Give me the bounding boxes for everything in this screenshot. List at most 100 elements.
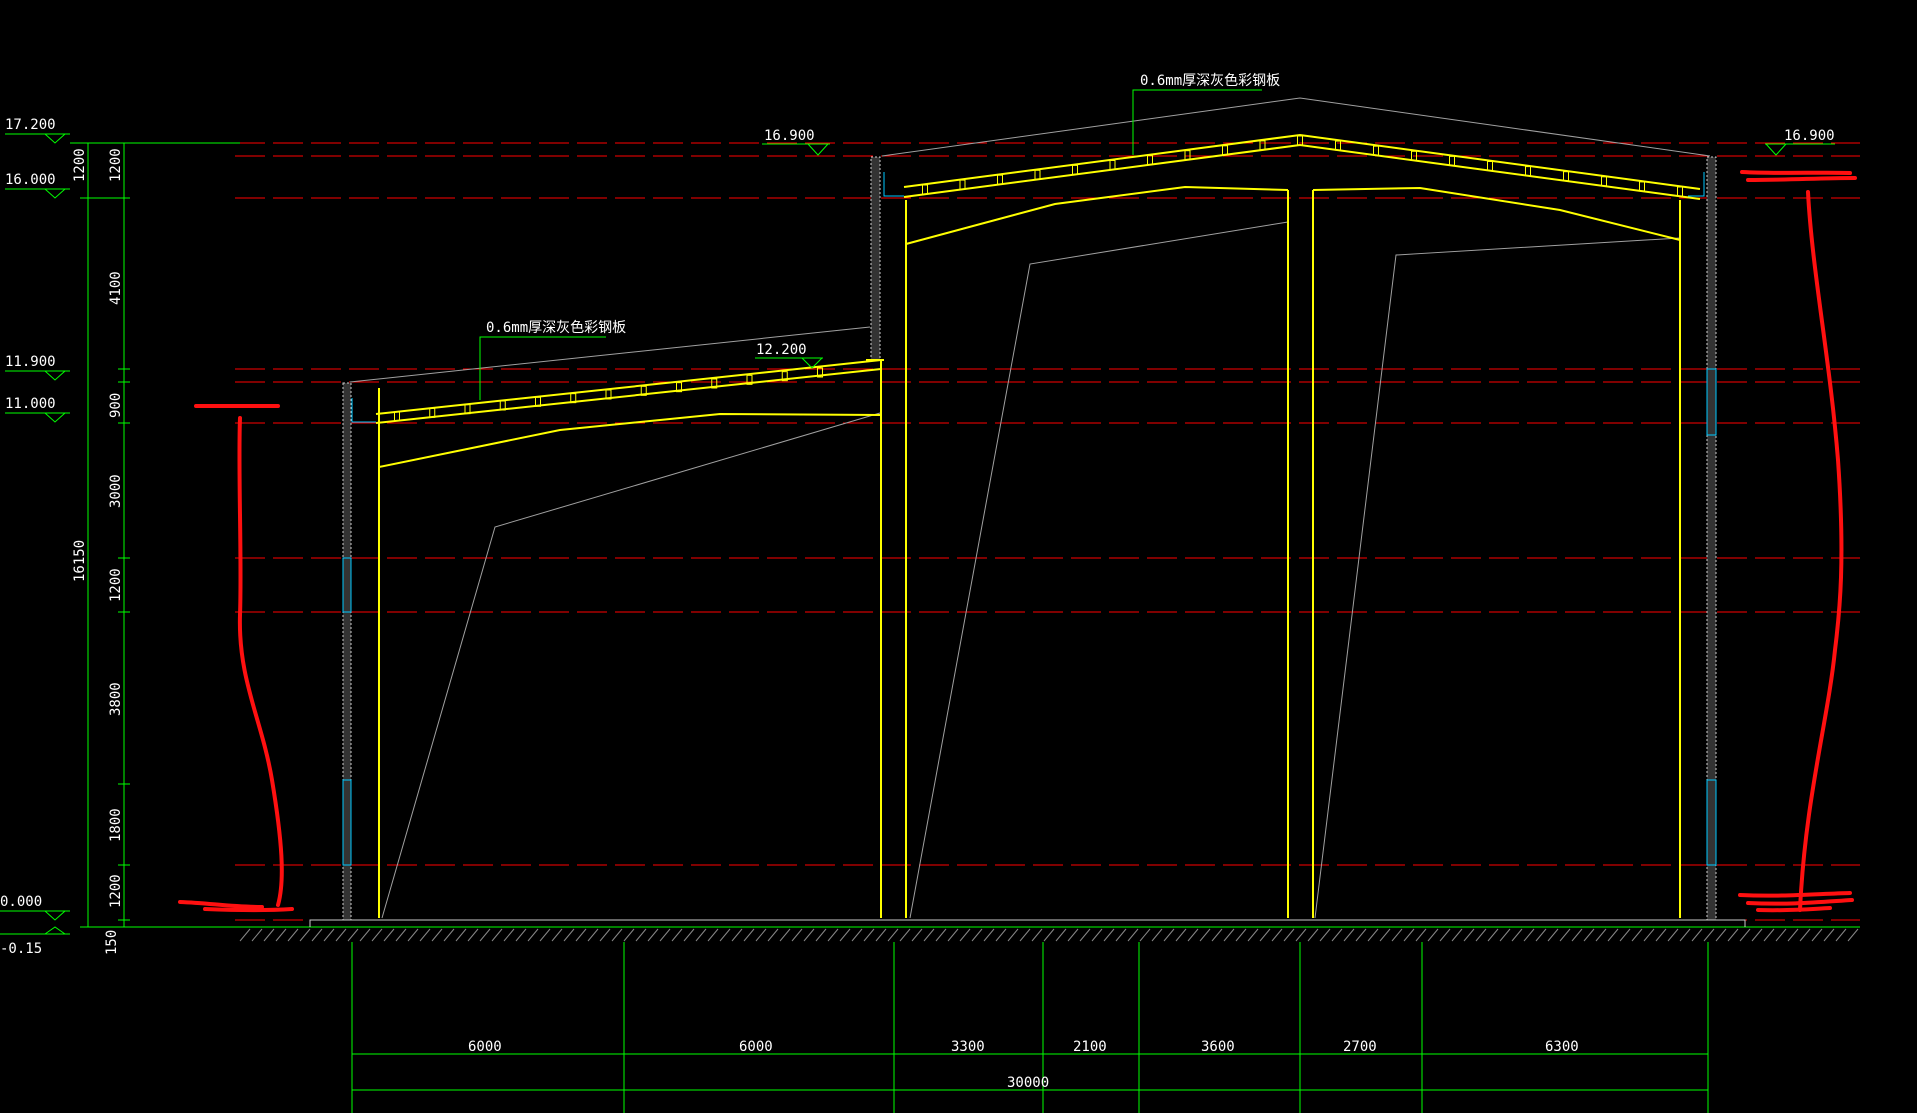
hatch-stroke [731, 928, 743, 942]
hatch-stroke [1175, 928, 1187, 942]
purlin [1259, 140, 1266, 151]
hatch-stroke [1739, 928, 1751, 942]
hatch-stroke [263, 928, 275, 942]
elevation-label-11000: 11.000 [5, 396, 56, 412]
hatch-stroke [1547, 928, 1559, 942]
hatch-stroke [899, 928, 911, 942]
hatch-stroke [575, 928, 587, 942]
purlin [1487, 161, 1493, 171]
hatch-stroke [1787, 928, 1799, 942]
cad-section-drawing: 17.200 16.000 11.900 11.000 0.000 -0.15 … [0, 72, 1860, 1113]
hatch-stroke [683, 928, 695, 942]
hatch-stroke [1607, 928, 1619, 942]
hatch-stroke [1139, 928, 1151, 942]
hatch-stroke [719, 928, 731, 942]
hatch-stroke [323, 928, 335, 942]
hatch-stroke [959, 928, 971, 942]
hatch-stroke [479, 928, 491, 942]
hatch-stroke [1571, 928, 1583, 942]
hatch-stroke [1295, 928, 1307, 942]
hatch-stroke [1715, 928, 1727, 942]
hatch-stroke [443, 928, 455, 942]
hatch-stroke [875, 928, 887, 942]
dim-h-3600: 3600 [1201, 1039, 1235, 1055]
hatch-stroke [287, 928, 299, 942]
dim-v-1200-mid: 1200 [108, 568, 124, 602]
hatch-stroke [431, 928, 443, 942]
purlin [1449, 155, 1455, 166]
opening-line-right [1314, 237, 1681, 919]
opening-line-mid [909, 221, 1289, 919]
hatch-stroke [1751, 928, 1763, 942]
elevation-label-17200: 17.200 [5, 117, 56, 133]
hatch-stroke [659, 928, 671, 942]
hatch-stroke [1367, 928, 1379, 942]
hatch-stroke [791, 928, 803, 942]
hatch-stroke [1235, 928, 1247, 942]
hatch-stroke [1523, 928, 1535, 942]
hatch-stroke [587, 928, 599, 942]
hatch-stroke [1583, 928, 1595, 942]
hatch-stroke [1727, 928, 1739, 942]
gutters [351, 172, 1705, 423]
dim-v-1200-top: 1200 [108, 148, 124, 182]
hatch-stroke [1127, 928, 1139, 942]
purlin [1034, 169, 1041, 180]
hatch-stroke [935, 928, 947, 942]
hatch-stroke [1199, 928, 1211, 942]
purlin [1563, 171, 1569, 182]
dim-h-30000-total: 30000 [1007, 1075, 1049, 1091]
hatch-stroke [1667, 928, 1679, 942]
hatch-stroke [335, 928, 347, 942]
vertical-dim-lines [70, 142, 240, 928]
hatch-stroke [971, 928, 983, 942]
hatch-stroke [755, 928, 767, 942]
hatch-stroke [1067, 928, 1079, 942]
hatch-stroke [1415, 928, 1427, 942]
dim-h-6000-a: 6000 [468, 1039, 502, 1055]
dim-v-4100: 4100 [108, 271, 124, 305]
elevation-label-16900-mid: 16.900 [764, 128, 815, 144]
hatch-stroke [1187, 928, 1199, 942]
mid-elevation-marks [755, 143, 1835, 369]
hatch-stroke [371, 928, 383, 942]
purlin [1147, 155, 1153, 166]
hatch-stroke [1211, 928, 1223, 942]
right-wall [1706, 156, 1717, 921]
ground [235, 919, 1860, 942]
purlin [1677, 186, 1683, 197]
hatch-stroke [251, 928, 263, 942]
hatch-stroke [863, 928, 875, 942]
red-markups [178, 170, 1857, 913]
roof-note-leader-high [1132, 89, 1262, 155]
hatch-stroke [1019, 928, 1031, 942]
hatch-stroke [743, 928, 755, 942]
elevation-label-16900-right: 16.900 [1784, 128, 1835, 144]
hatch-stroke [1391, 928, 1403, 942]
hatch-stroke [1043, 928, 1055, 942]
left-wall [342, 382, 352, 921]
markup-right-top [1740, 170, 1857, 182]
purlin [997, 174, 1003, 185]
dim-v-900: 900 [108, 393, 124, 418]
hatch-stroke [491, 928, 503, 942]
datum-lines [235, 142, 1860, 921]
low-roof-panel-top [375, 359, 882, 415]
hatch-stroke [1499, 928, 1511, 942]
purlin [1297, 135, 1303, 146]
hatch-stroke [1403, 928, 1415, 942]
hatch-stroke [1379, 928, 1391, 942]
hatch-stroke [551, 928, 563, 942]
markup-right-curve [1798, 190, 1844, 912]
roof-slope-line-high [881, 97, 1711, 157]
hatch-stroke [1223, 928, 1235, 942]
dim-v-3000: 3000 [108, 474, 124, 508]
hatch-stroke [419, 928, 431, 942]
ground-hatch [239, 928, 1859, 942]
elevation-label-11900: 11.900 [5, 354, 56, 370]
hatch-stroke [803, 928, 815, 942]
elevation-label-12200: 12.200 [756, 342, 807, 358]
hatch-stroke [1427, 928, 1439, 942]
hatch-stroke [395, 928, 407, 942]
hatch-stroke [779, 928, 791, 942]
